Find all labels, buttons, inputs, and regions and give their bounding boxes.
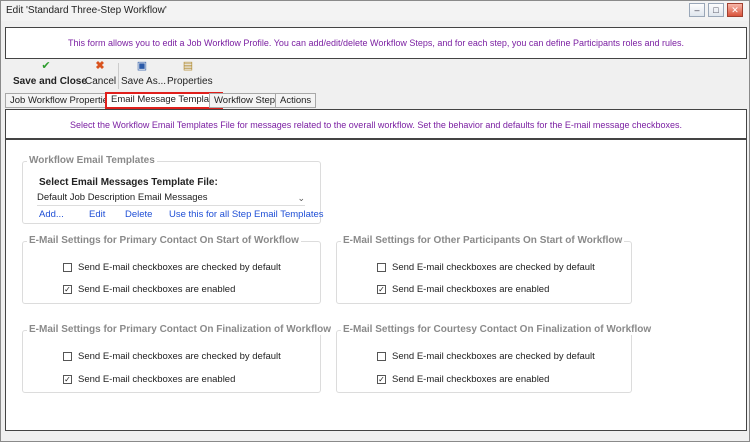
floppy-disk-icon: ▣ xyxy=(136,60,148,72)
edit-workflow-window: Edit 'Standard Three-Step Workflow' – □ … xyxy=(0,0,750,442)
primary-final-checked-default-checkbox[interactable]: Send E-mail checkboxes are checked by de… xyxy=(63,351,281,362)
save-and-close-button[interactable]: ✔ Save and Close xyxy=(13,59,87,92)
tab-content: Workflow Email Templates Select Email Me… xyxy=(5,139,747,431)
info-banner: This form allows you to edit a Job Workf… xyxy=(5,27,747,59)
title-bar: Edit 'Standard Three-Step Workflow' – □ … xyxy=(1,1,749,21)
tab-workflow-steps[interactable]: Workflow Steps xyxy=(209,93,285,108)
template-file-select[interactable]: Default Job Description Email Messages ⌄ xyxy=(37,192,305,206)
checkbox-box[interactable]: ✓ xyxy=(63,285,72,294)
checkbox-box[interactable]: ✓ xyxy=(63,375,72,384)
primary-start-checked-default-checkbox[interactable]: Send E-mail checkboxes are checked by de… xyxy=(63,262,281,273)
checkmark-icon: ✔ xyxy=(41,60,51,72)
edit-template-link[interactable]: Edit xyxy=(89,209,105,220)
minimize-button[interactable]: – xyxy=(689,3,705,17)
tab-description: Select the Workflow Email Templates File… xyxy=(5,109,747,139)
use-for-all-steps-link[interactable]: Use this for all Step Email Templates xyxy=(169,209,324,220)
primary-final-group: E-Mail Settings for Primary Contact On F… xyxy=(22,324,334,393)
properties-icon: ▤ xyxy=(182,60,194,72)
courtesy-final-enabled-checkbox[interactable]: ✓ Send E-mail checkboxes are enabled xyxy=(377,374,549,385)
x-icon: ✖ xyxy=(95,60,105,72)
primary-start-group: E-Mail Settings for Primary Contact On S… xyxy=(22,235,321,304)
template-file-value: Default Job Description Email Messages xyxy=(37,192,208,203)
group-legend: E-Mail Settings for Primary Contact On F… xyxy=(27,324,334,335)
courtesy-final-checked-default-checkbox[interactable]: Send E-mail checkboxes are checked by de… xyxy=(377,351,595,362)
group-legend: E-Mail Settings for Primary Contact On S… xyxy=(27,235,301,246)
save-as-button[interactable]: ▣ Save As... xyxy=(121,59,166,92)
workflow-email-templates-group: Workflow Email Templates Select Email Me… xyxy=(22,155,324,224)
tab-bar: Job Workflow Properties Email Message Te… xyxy=(5,92,747,109)
delete-template-link[interactable]: Delete xyxy=(125,209,152,220)
tab-job-workflow-properties[interactable]: Job Workflow Properties xyxy=(5,93,118,108)
checkbox-box[interactable] xyxy=(377,352,386,361)
cancel-button[interactable]: ✖ Cancel xyxy=(85,59,116,92)
chevron-down-icon: ⌄ xyxy=(297,193,305,203)
add-template-link[interactable]: Add... xyxy=(39,209,64,220)
toolbar-separator xyxy=(118,63,119,89)
courtesy-final-group: E-Mail Settings for Courtesy Contact On … xyxy=(336,324,654,393)
checkbox-box[interactable]: ✓ xyxy=(377,285,386,294)
maximize-button[interactable]: □ xyxy=(708,3,724,17)
primary-start-enabled-checkbox[interactable]: ✓ Send E-mail checkboxes are enabled xyxy=(63,284,235,295)
group-legend: E-Mail Settings for Courtesy Contact On … xyxy=(341,324,654,335)
checkbox-box[interactable] xyxy=(63,352,72,361)
toolbar: ✔ Save and Close ✖ Cancel ▣ Save As... ▤… xyxy=(5,59,747,92)
window-controls: – □ ✕ xyxy=(686,3,743,17)
checkbox-box[interactable]: ✓ xyxy=(377,375,386,384)
other-start-group: E-Mail Settings for Other Participants O… xyxy=(336,235,632,304)
checkbox-box[interactable] xyxy=(377,263,386,272)
window-title: Edit 'Standard Three-Step Workflow' xyxy=(6,5,167,16)
template-file-label: Select Email Messages Template File: xyxy=(39,177,218,188)
tab-actions[interactable]: Actions xyxy=(275,93,317,108)
properties-button[interactable]: ▤ Properties xyxy=(167,59,213,92)
other-start-enabled-checkbox[interactable]: ✓ Send E-mail checkboxes are enabled xyxy=(377,284,549,295)
primary-final-enabled-checkbox[interactable]: ✓ Send E-mail checkboxes are enabled xyxy=(63,374,235,385)
checkbox-box[interactable] xyxy=(63,263,72,272)
close-button[interactable]: ✕ xyxy=(727,3,743,17)
group-legend: E-Mail Settings for Other Participants O… xyxy=(341,235,625,246)
tab-email-message-template[interactable]: Email Message Template xyxy=(105,92,223,109)
other-start-checked-default-checkbox[interactable]: Send E-mail checkboxes are checked by de… xyxy=(377,262,595,273)
group-legend: Workflow Email Templates xyxy=(27,155,157,166)
